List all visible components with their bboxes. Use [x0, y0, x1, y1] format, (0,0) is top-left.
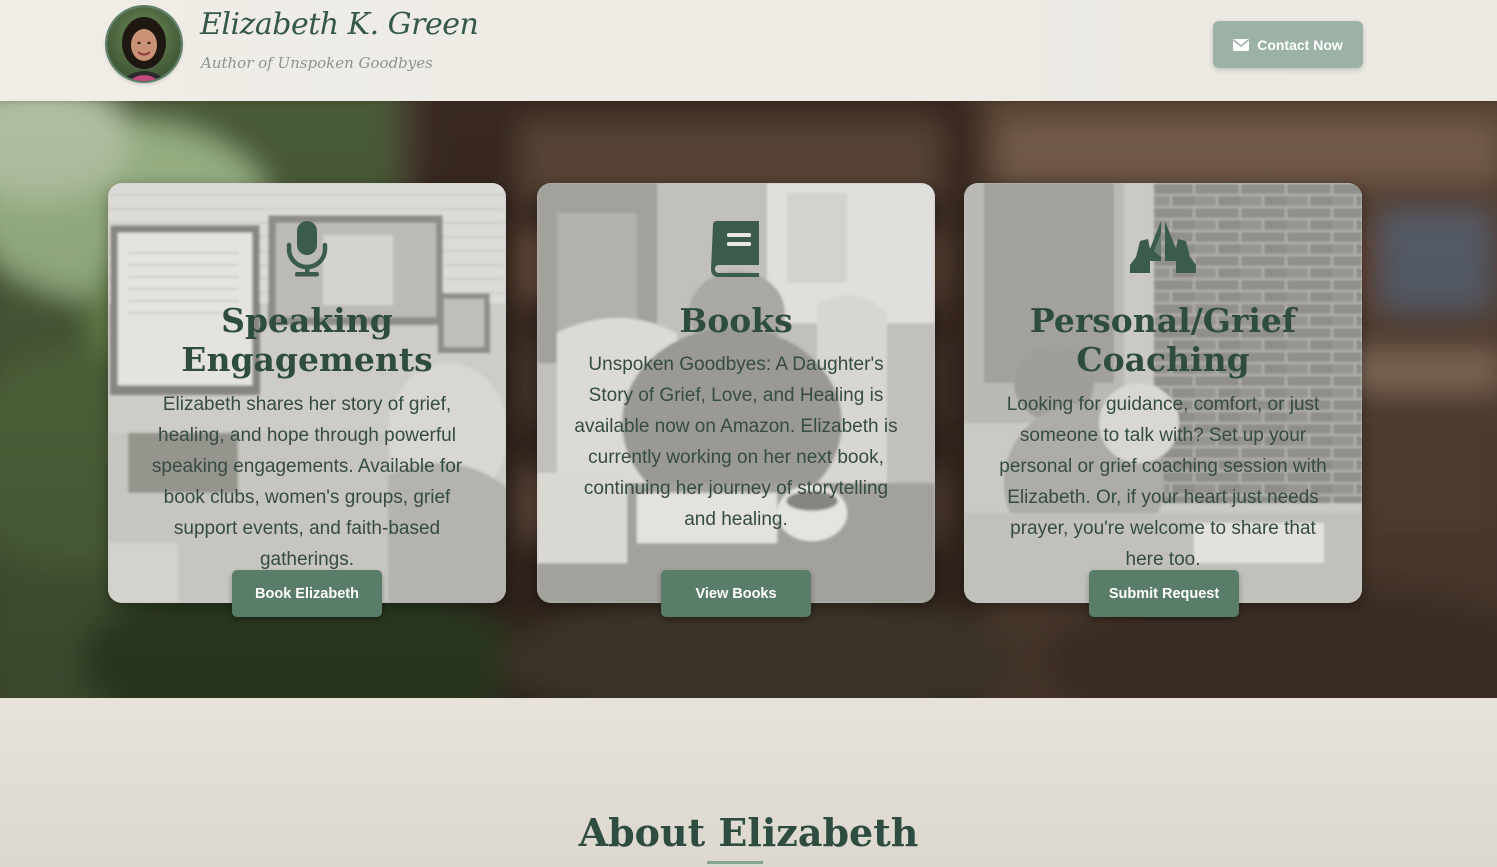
title-underline [707, 861, 763, 864]
contact-now-label: Contact Now [1257, 36, 1343, 53]
card-description: Unspoken Goodbyes: A Daughter's Story of… [574, 354, 898, 530]
view-books-button[interactable]: View Books [661, 570, 811, 617]
site-title[interactable]: Elizabeth K. Green [200, 7, 479, 42]
avatar[interactable] [107, 7, 181, 81]
praying-hands-icon [1130, 221, 1196, 273]
card-description: Elizabeth shares her story of grief, hea… [151, 394, 463, 570]
about-section: About Elizabeth [0, 698, 1497, 867]
submit-request-button[interactable]: Submit Request [1089, 570, 1239, 617]
envelope-icon [1233, 38, 1250, 51]
avatar-photo [107, 7, 181, 81]
contact-now-button[interactable]: Contact Now [1213, 21, 1363, 68]
card-title: Personal/Grief Coaching [1029, 301, 1297, 379]
card-grief-coaching: Personal/Grief Coaching Looking for guid… [964, 183, 1362, 603]
site-tagline: Author of Unspoken Goodbyes [201, 54, 433, 72]
card-title: Books [679, 301, 793, 340]
card-content: Speaking Engagements Elizabeth shares he… [108, 183, 506, 603]
card-speaking-engagements: Speaking Engagements Elizabeth shares he… [108, 183, 506, 603]
about-title: About Elizabeth [578, 810, 919, 855]
card-content: Books Unspoken Goodbyes: A Daughter's St… [537, 183, 935, 603]
book-icon [711, 221, 759, 277]
card-content: Personal/Grief Coaching Looking for guid… [964, 183, 1362, 603]
card-books: Books Unspoken Goodbyes: A Daughter's St… [537, 183, 935, 603]
book-elizabeth-button[interactable]: Book Elizabeth [232, 570, 382, 617]
microphone-icon [286, 221, 328, 277]
site-header: Elizabeth K. Green Author of Unspoken Go… [0, 0, 1497, 101]
card-description: Looking for guidance, comfort, or just s… [999, 394, 1327, 570]
card-title: Speaking Engagements [181, 301, 433, 379]
